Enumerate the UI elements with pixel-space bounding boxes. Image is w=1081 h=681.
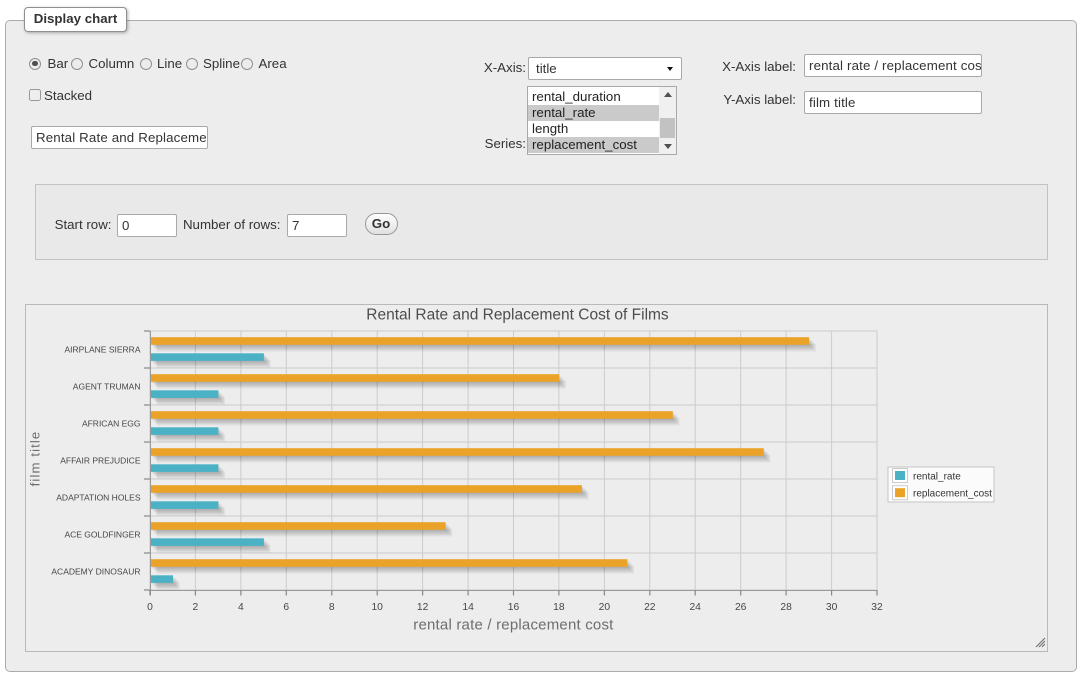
svg-text:Rental Rate and Replacement Co: Rental Rate and Replacement Cost of Film… bbox=[366, 307, 669, 324]
svg-text:16: 16 bbox=[508, 602, 520, 613]
svg-text:14: 14 bbox=[462, 602, 474, 613]
svg-text:2: 2 bbox=[193, 602, 199, 613]
svg-text:ACE GOLDFINGER: ACE GOLDFINGER bbox=[64, 530, 140, 540]
svg-text:AFRICAN EGG: AFRICAN EGG bbox=[82, 419, 141, 429]
svg-text:AIRPLANE SIERRA: AIRPLANE SIERRA bbox=[64, 345, 140, 355]
svg-text:replacement_cost: replacement_cost bbox=[913, 489, 992, 500]
svg-text:ADAPTATION HOLES: ADAPTATION HOLES bbox=[56, 493, 141, 503]
svg-text:ACADEMY DINOSAUR: ACADEMY DINOSAUR bbox=[51, 567, 140, 577]
svg-text:26: 26 bbox=[735, 602, 747, 613]
svg-text:10: 10 bbox=[371, 602, 383, 613]
svg-text:30: 30 bbox=[826, 602, 838, 613]
svg-text:20: 20 bbox=[599, 602, 611, 613]
svg-text:12: 12 bbox=[417, 602, 429, 613]
svg-text:AGENT TRUMAN: AGENT TRUMAN bbox=[73, 382, 141, 392]
svg-text:22: 22 bbox=[644, 602, 656, 613]
svg-text:8: 8 bbox=[329, 602, 335, 613]
svg-text:24: 24 bbox=[689, 602, 701, 613]
svg-text:6: 6 bbox=[283, 602, 289, 613]
svg-text:AFFAIR PREJUDICE: AFFAIR PREJUDICE bbox=[60, 456, 141, 466]
svg-text:4: 4 bbox=[238, 602, 244, 613]
svg-text:0: 0 bbox=[147, 602, 153, 613]
svg-text:32: 32 bbox=[871, 602, 883, 613]
svg-text:rental rate / replacement cost: rental rate / replacement cost bbox=[413, 617, 614, 634]
svg-text:18: 18 bbox=[553, 602, 565, 613]
svg-text:film title: film title bbox=[27, 431, 42, 487]
svg-text:rental_rate: rental_rate bbox=[913, 472, 961, 483]
svg-text:28: 28 bbox=[780, 602, 792, 613]
